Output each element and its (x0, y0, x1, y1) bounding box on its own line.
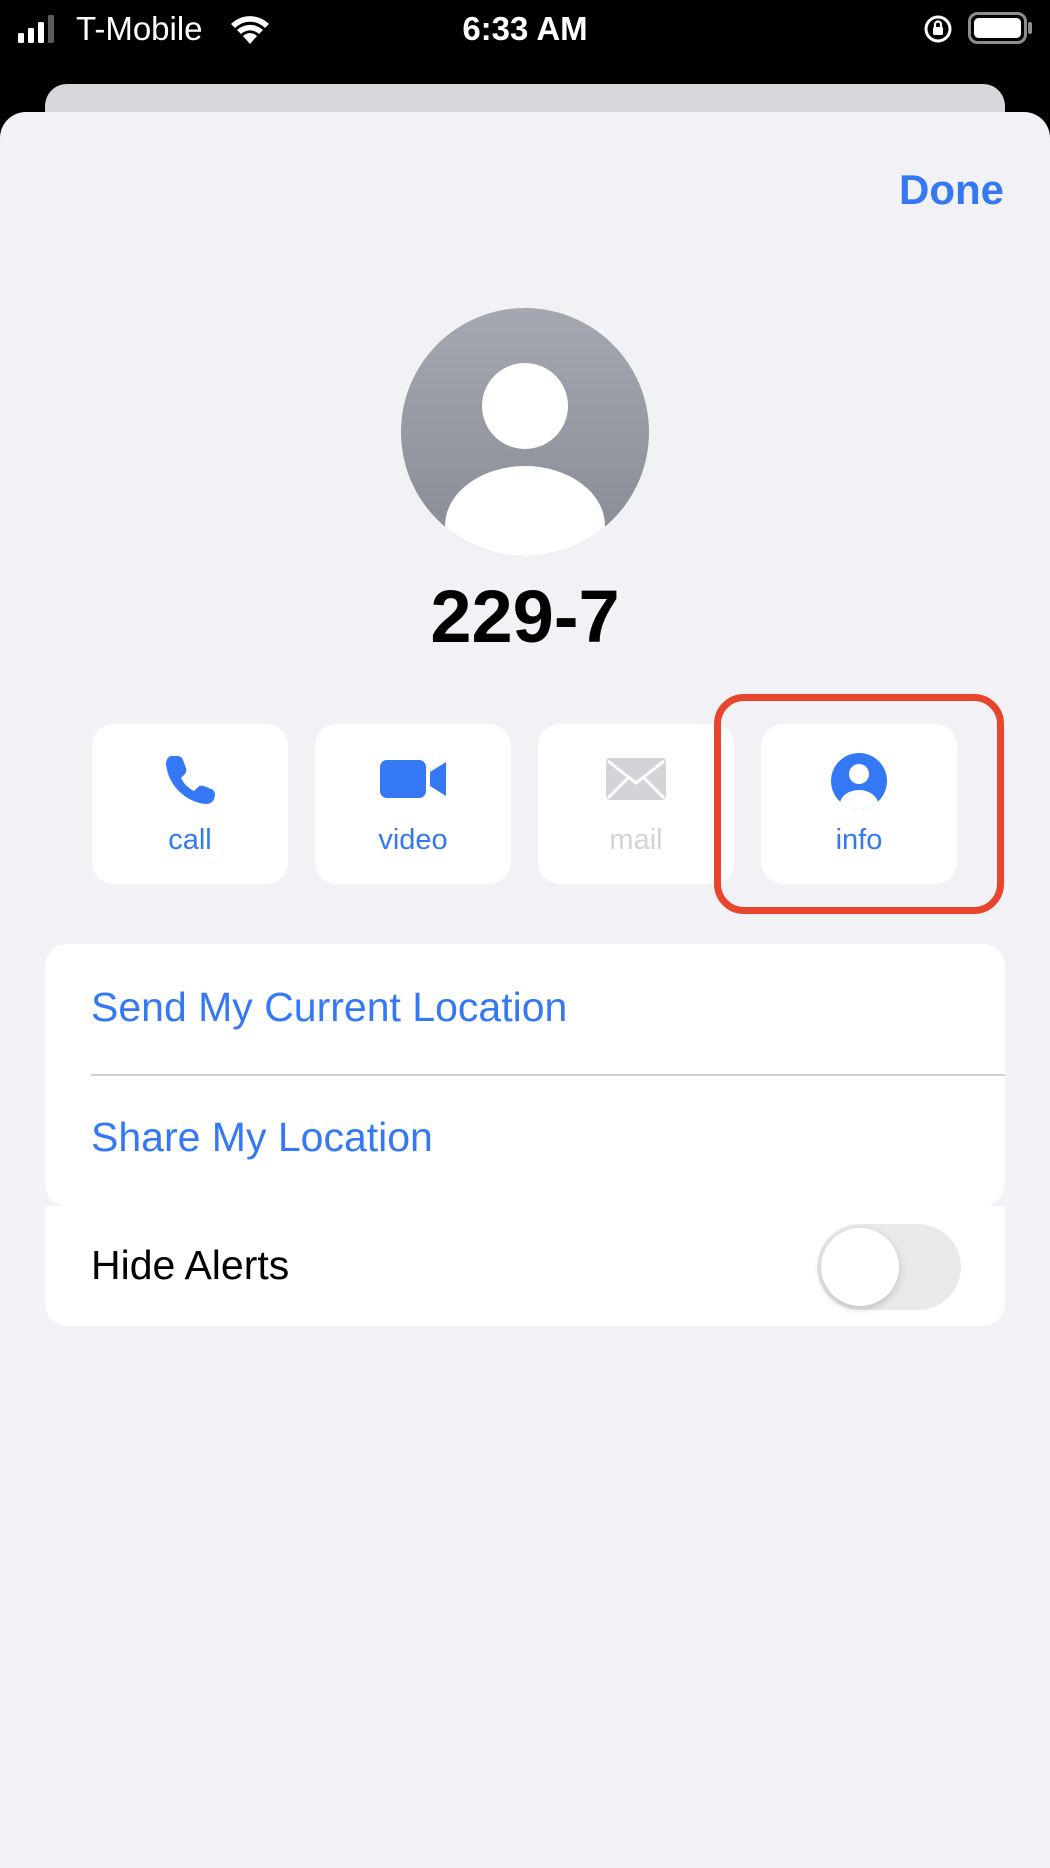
info-label: info (835, 824, 883, 856)
person-circle-icon (831, 753, 887, 809)
phone-icon (166, 756, 215, 804)
hide-alerts-toggle[interactable] (817, 1224, 961, 1310)
contact-action-row: call video mail info (92, 724, 960, 884)
toggle-knob (821, 1228, 899, 1306)
video-button[interactable]: video (315, 724, 511, 884)
hide-alerts-label: Hide Alerts (91, 1242, 290, 1288)
contact-avatar (401, 308, 649, 556)
info-button[interactable]: info (761, 724, 957, 884)
contact-details-sheet: Done 229-7 call video mail info Send My … (0, 112, 1050, 1868)
person-silhouette-icon (445, 363, 605, 556)
send-current-location-button[interactable]: Send My Current Location (91, 984, 567, 1031)
status-time: 6:33 AM (462, 10, 588, 47)
envelope-icon (606, 758, 666, 800)
mail-label: mail (609, 824, 663, 856)
row-divider (91, 1074, 1005, 1076)
contact-name: 229-7 (430, 575, 620, 658)
mail-button[interactable]: mail (538, 724, 734, 884)
video-camera-icon (380, 760, 446, 798)
done-button[interactable]: Done (899, 166, 1004, 214)
share-my-location-button[interactable]: Share My Location (91, 1114, 433, 1161)
battery-icon (968, 12, 1032, 44)
orientation-lock-icon (924, 15, 952, 43)
status-bar: T-Mobile 6:33 AM (0, 0, 1050, 60)
video-label: video (378, 824, 448, 856)
call-label: call (168, 824, 212, 856)
call-button[interactable]: call (92, 724, 288, 884)
location-options-group: Send My Current Location Share My Locati… (45, 944, 1005, 1206)
hide-alerts-row: Hide Alerts (45, 1206, 1005, 1326)
